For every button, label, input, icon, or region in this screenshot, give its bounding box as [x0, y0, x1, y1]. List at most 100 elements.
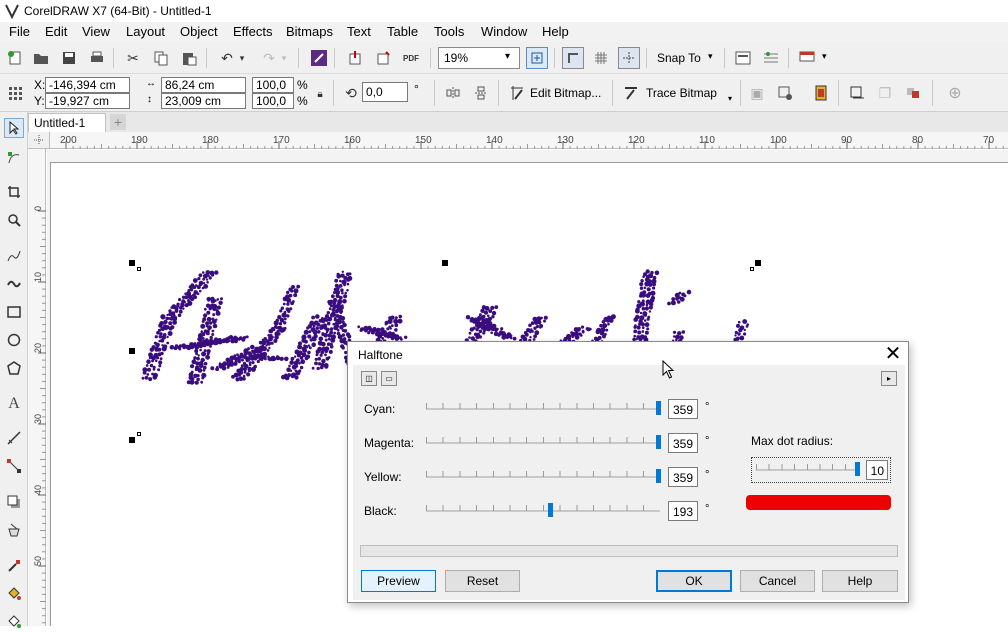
- menu-text[interactable]: Text: [347, 24, 371, 39]
- smart-fill-tool-icon[interactable]: [4, 612, 24, 632]
- wrap-text-icon[interactable]: [846, 82, 868, 104]
- menu-file[interactable]: File: [9, 24, 30, 39]
- redo-icon[interactable]: ↷: [258, 47, 280, 69]
- yellow-slider-thumb[interactable]: [656, 469, 662, 483]
- snap-to-label[interactable]: Snap To: [657, 51, 701, 65]
- transparency-tool-icon[interactable]: [4, 520, 24, 540]
- artistic-media-tool-icon[interactable]: [4, 274, 24, 294]
- rectangle-tool-icon[interactable]: [4, 302, 24, 322]
- single-preview-icon[interactable]: ▭: [381, 371, 397, 386]
- lock-ratio-icon[interactable]: 🔒︎: [312, 83, 328, 105]
- mirror-horizontal-icon[interactable]: [442, 82, 464, 104]
- launcher-dropdown-icon[interactable]: ▾: [822, 51, 827, 62]
- connector-tool-icon[interactable]: [4, 456, 24, 476]
- publish-pdf-icon[interactable]: PDF: [400, 47, 422, 69]
- paste-icon[interactable]: [178, 47, 200, 69]
- ellipse-tool-icon[interactable]: [4, 330, 24, 350]
- grid-toggle-icon[interactable]: [590, 47, 612, 69]
- selection-handle-ml[interactable]: [129, 348, 135, 354]
- quick-customize-icon[interactable]: ⊕: [944, 82, 966, 104]
- ok-button[interactable]: OK: [656, 570, 732, 592]
- edit-bitmap-icon[interactable]: [506, 82, 528, 104]
- selection-handle-tl[interactable]: [129, 260, 135, 266]
- trace-bitmap-button[interactable]: Trace Bitmap: [646, 86, 717, 100]
- drop-shadow-tool-icon[interactable]: [4, 492, 24, 512]
- help-button[interactable]: Help: [822, 570, 898, 592]
- vertical-ruler[interactable]: 0 10 20 30 40 50: [28, 149, 46, 626]
- black-angle-field[interactable]: 193: [668, 501, 698, 521]
- ruler-origin[interactable]: [28, 132, 50, 149]
- resample-icon[interactable]: [774, 82, 796, 104]
- copy-icon[interactable]: [150, 47, 172, 69]
- cyan-slider-thumb[interactable]: [656, 401, 662, 415]
- height-field[interactable]: 23,009 cm: [161, 93, 246, 109]
- eyedropper-tool-icon[interactable]: [4, 556, 24, 576]
- menu-object[interactable]: Object: [180, 24, 218, 39]
- expand-arrow-icon[interactable]: ▸: [881, 371, 897, 386]
- application-launcher-icon[interactable]: [796, 47, 818, 69]
- crop-bitmap-icon[interactable]: ▣: [746, 82, 768, 104]
- reset-button[interactable]: Reset: [445, 570, 520, 592]
- document-tab[interactable]: Untitled-1: [28, 113, 106, 132]
- menu-window[interactable]: Window: [481, 24, 527, 39]
- selection-handle-tc[interactable]: [442, 260, 448, 266]
- bitmap-color-mask-icon[interactable]: [810, 82, 832, 104]
- corel-connect-icon[interactable]: [308, 47, 330, 69]
- close-icon[interactable]: ✕: [882, 343, 904, 365]
- to-back-icon[interactable]: [902, 82, 924, 104]
- import-icon[interactable]: [344, 47, 366, 69]
- scale-x-field[interactable]: 100,0: [252, 77, 294, 93]
- scale-y-field[interactable]: 100,0: [252, 93, 294, 109]
- new-document-icon[interactable]: [4, 47, 26, 69]
- undo-icon[interactable]: ↶: [216, 47, 238, 69]
- zoom-to-page-icon[interactable]: [526, 47, 548, 69]
- menu-effects[interactable]: Effects: [233, 24, 273, 39]
- snap-to-dropdown-icon[interactable]: ▾: [708, 51, 713, 62]
- max-dot-radius-field[interactable]: 10: [866, 460, 888, 480]
- menu-tools[interactable]: Tools: [434, 24, 464, 39]
- yellow-angle-field[interactable]: 359: [668, 467, 698, 487]
- zoom-combo[interactable]: 19% ▾: [438, 47, 520, 69]
- horizontal-ruler[interactable]: 200 190 180 170 160 150 140 130 120 110 100 90 80 70: [50, 132, 1008, 149]
- x-position-field[interactable]: -146,394 cm: [45, 77, 130, 93]
- print-icon[interactable]: [86, 47, 108, 69]
- trace-dropdown-icon[interactable]: ▾: [728, 94, 732, 103]
- cyan-angle-field[interactable]: 359: [668, 399, 698, 419]
- freehand-tool-icon[interactable]: [4, 246, 24, 266]
- magenta-angle-field[interactable]: 359: [668, 433, 698, 453]
- to-front-icon[interactable]: ❐: [874, 82, 896, 104]
- undo-dropdown-icon[interactable]: ▾: [236, 47, 248, 69]
- redo-dropdown-icon[interactable]: ▾: [278, 47, 290, 69]
- selection-handle-bl[interactable]: [129, 437, 135, 443]
- preview-button[interactable]: Preview: [361, 570, 436, 592]
- zoom-tool-icon[interactable]: [4, 210, 24, 230]
- max-dot-slider-thumb[interactable]: [855, 462, 860, 476]
- shape-tool-icon[interactable]: [4, 148, 24, 168]
- cancel-button[interactable]: Cancel: [740, 570, 815, 592]
- polygon-tool-icon[interactable]: [4, 358, 24, 378]
- y-position-field[interactable]: -19,927 cm: [45, 93, 130, 109]
- save-icon[interactable]: [58, 47, 80, 69]
- rotation-field[interactable]: 0,0: [362, 82, 408, 102]
- black-slider-thumb[interactable]: [548, 503, 554, 517]
- cut-icon[interactable]: ✂: [122, 47, 144, 69]
- options-icon[interactable]: [760, 47, 782, 69]
- selection-handle-tr[interactable]: [755, 260, 761, 266]
- split-preview-icon[interactable]: ◫: [361, 371, 377, 386]
- menu-layout[interactable]: Layout: [126, 24, 165, 39]
- menu-table[interactable]: Table: [387, 24, 418, 39]
- rulers-toggle-icon[interactable]: [562, 47, 584, 69]
- menu-help[interactable]: Help: [542, 24, 569, 39]
- new-tab-icon[interactable]: +: [110, 114, 126, 130]
- export-icon[interactable]: [372, 47, 394, 69]
- menu-bitmaps[interactable]: Bitmaps: [286, 24, 333, 39]
- welcome-screen-icon[interactable]: [732, 47, 754, 69]
- object-origin-icon[interactable]: [4, 82, 26, 104]
- guidelines-toggle-icon[interactable]: [618, 47, 640, 69]
- text-tool-icon[interactable]: A: [4, 394, 24, 414]
- halftone-color-swatch[interactable]: [746, 495, 891, 510]
- edit-bitmap-button[interactable]: Edit Bitmap...: [530, 86, 601, 100]
- menu-view[interactable]: View: [82, 24, 110, 39]
- interactive-fill-tool-icon[interactable]: [4, 584, 24, 604]
- pick-tool-icon[interactable]: [4, 118, 24, 138]
